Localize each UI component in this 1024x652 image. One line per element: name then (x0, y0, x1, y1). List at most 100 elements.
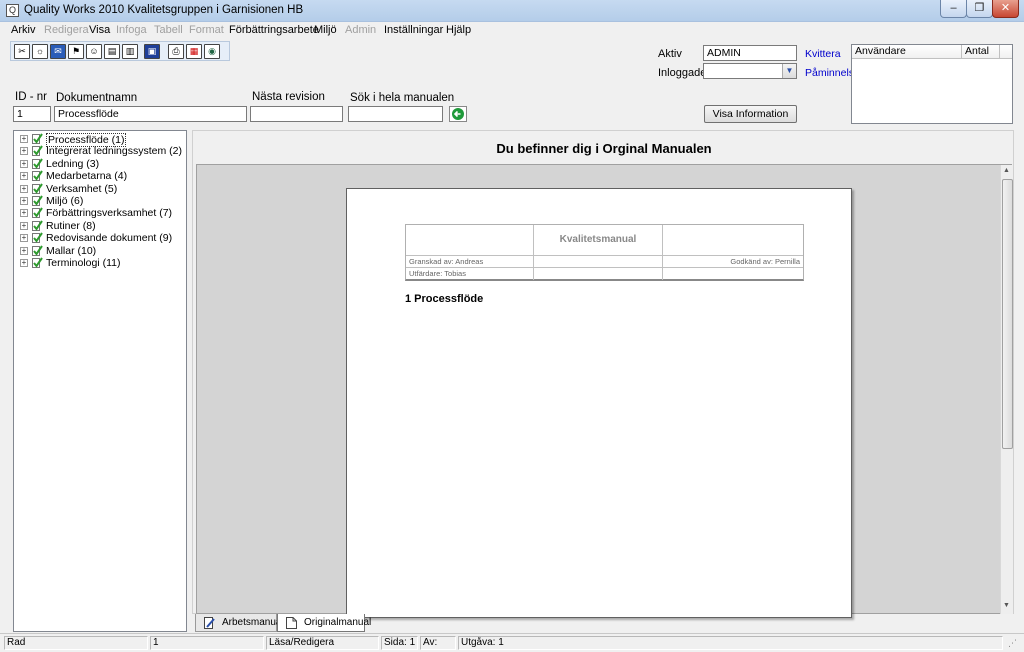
inloggade-label: Inloggade (658, 67, 707, 79)
expand-icon[interactable]: + (20, 259, 28, 267)
section-heading: 1 Processflöde (405, 293, 484, 305)
docname-input[interactable]: Processflöde (54, 106, 247, 122)
godkand-text: Godkänd av: Pernilla (663, 256, 803, 268)
search-label: Sök i hela manualen (350, 92, 455, 104)
expand-icon[interactable]: + (20, 184, 28, 193)
status-bar: Rad 1 Läsa/Redigera Sida: 1 Av: Utgåva: … (0, 633, 1024, 652)
close-button[interactable]: ✕ (992, 0, 1019, 18)
toolbar: ✂ ☼ ✉ ⚑ ☺ ▤ ▥ ▣ ⎙ ▦ ◉ (10, 41, 230, 61)
book-open-icon[interactable]: ▥ (122, 44, 138, 59)
maximize-button[interactable]: ❐ (966, 0, 993, 18)
scroll-up-icon[interactable]: ▲ (1003, 167, 1010, 174)
book-icon[interactable]: ▤ (104, 44, 120, 59)
aktiv-input[interactable]: ADMIN (703, 45, 797, 61)
flag-icon[interactable]: ⚑ (68, 44, 84, 59)
id-label: ID - nr (15, 91, 47, 103)
menu-forbattringsarbete[interactable]: Förbättringsarbete (229, 24, 319, 36)
expand-icon[interactable]: + (20, 221, 28, 230)
print-icon[interactable]: ⎙ (168, 44, 184, 59)
menu-installningar[interactable]: Inställningar (384, 24, 443, 36)
scroll-thumb[interactable] (1002, 179, 1013, 449)
utfardare-text: Utfärdare: Tobias (406, 268, 534, 280)
expand-icon[interactable]: + (20, 246, 28, 255)
chevron-down-icon[interactable]: ▼ (782, 64, 796, 78)
visa-information-button[interactable]: Visa Information (704, 105, 797, 123)
next-revision-label: Nästa revision (252, 91, 325, 103)
menu-format[interactable]: Format (189, 24, 224, 36)
search-input[interactable] (348, 106, 443, 122)
manual-tabs: Arbetsmanual Originalmanual (192, 614, 592, 633)
tab-arbetsmanual[interactable]: Arbetsmanual (195, 614, 284, 632)
document-header-table: Kvalitetsmanual Granskad av: Andreas God… (405, 224, 804, 281)
manual-tree: + Processflöde (1) + Integrerat ledningssys… (13, 130, 187, 632)
checkmark-icon (32, 232, 43, 244)
minimize-button[interactable]: – (940, 0, 967, 18)
menu-tabell[interactable]: Tabell (154, 24, 183, 36)
header-cell-logo (406, 225, 534, 256)
tree-node-label: Ledning (3) (46, 157, 100, 170)
menu-arkiv[interactable]: Arkiv (11, 24, 35, 36)
users-list[interactable]: Användare Antal (851, 44, 1013, 124)
bulb-icon[interactable]: ☼ (32, 44, 48, 59)
status-rad-value: 1 (150, 636, 264, 650)
kvittera-link[interactable]: Kvittera (805, 48, 841, 60)
tab-originalmanual[interactable]: Originalmanual (277, 614, 371, 632)
users-column-header[interactable]: Användare (852, 45, 962, 59)
expand-icon[interactable]: + (20, 209, 28, 218)
search-go-button[interactable] (449, 106, 467, 122)
arrow-left-icon (452, 108, 464, 120)
expand-icon[interactable]: + (20, 234, 28, 243)
tree-node-label: Förbättringsverksamhet (7) (46, 207, 173, 220)
checkmark-icon (32, 170, 43, 182)
menu-hjalp[interactable]: Hjälp (446, 24, 471, 36)
menu-admin[interactable]: Admin (345, 24, 376, 36)
checkmark-icon (32, 220, 43, 231)
save-icon[interactable]: ▣ (144, 44, 160, 59)
status-rad: Rad (4, 636, 148, 650)
id-input[interactable]: 1 (13, 106, 51, 122)
count-column-header[interactable]: Antal (962, 45, 1000, 59)
menu-infoga[interactable]: Infoga (116, 24, 147, 36)
tree-node-label: Miljö (6) (46, 195, 84, 207)
document-header-title: Kvalitetsmanual (534, 225, 663, 256)
expand-icon[interactable]: + (20, 197, 28, 205)
checkmark-icon (32, 207, 43, 219)
inloggade-select[interactable]: ▼ (703, 63, 797, 79)
status-utgava: Utgåva: 1 (458, 636, 1003, 650)
resize-grip-icon[interactable]: ⋰ (1008, 638, 1017, 649)
mail-icon[interactable]: ✉ (50, 44, 66, 59)
tree-node-label: Medarbetarna (4) (46, 170, 128, 183)
checkmark-icon (32, 133, 43, 144)
people-icon[interactable]: ☺ (86, 44, 102, 59)
checkmark-icon (32, 257, 43, 268)
menu-bar: Arkiv Redigera Visa Infoga Tabell Format… (0, 22, 1024, 40)
pdf-icon[interactable]: ▦ (186, 44, 202, 59)
tree-node-label: Verksamhet (5) (46, 182, 118, 195)
tab-originalmanual-label: Originalmanual (304, 617, 372, 628)
menu-redigera[interactable]: Redigera (44, 24, 89, 36)
expand-icon[interactable]: + (20, 172, 28, 181)
checkmark-icon (32, 245, 43, 256)
expand-icon[interactable]: + (20, 159, 28, 168)
next-revision-input[interactable] (250, 106, 343, 122)
vertical-scrollbar[interactable]: ▲ ▼ (1000, 165, 1013, 614)
menu-miljo[interactable]: Miljö (314, 24, 337, 36)
expand-icon[interactable]: + (20, 135, 28, 143)
scroll-down-icon[interactable]: ▼ (1003, 602, 1010, 609)
document-icon (286, 617, 297, 629)
aktiv-label: Aktiv (658, 48, 682, 60)
tree-node-label: Rutiner (8) (46, 219, 96, 232)
document-viewer[interactable]: Kvalitetsmanual Granskad av: Andreas God… (196, 164, 1013, 618)
checkmark-icon (32, 195, 43, 206)
granskad-text: Granskad av: Andreas (406, 256, 534, 268)
menu-visa[interactable]: Visa (89, 24, 110, 36)
tools-icon[interactable]: ✂ (14, 44, 30, 59)
tree-node-label: Mallar (10) (46, 244, 97, 257)
status-sida: Sida: 1 (381, 636, 418, 650)
document-heading: Du befinner dig i Orginal Manualen (496, 141, 712, 156)
document-page: Kvalitetsmanual Granskad av: Andreas God… (346, 188, 852, 618)
checkmark-icon (32, 158, 43, 169)
expand-icon[interactable]: + (20, 147, 28, 156)
header-cell-mid (534, 256, 663, 268)
globe-icon[interactable]: ◉ (204, 44, 220, 59)
